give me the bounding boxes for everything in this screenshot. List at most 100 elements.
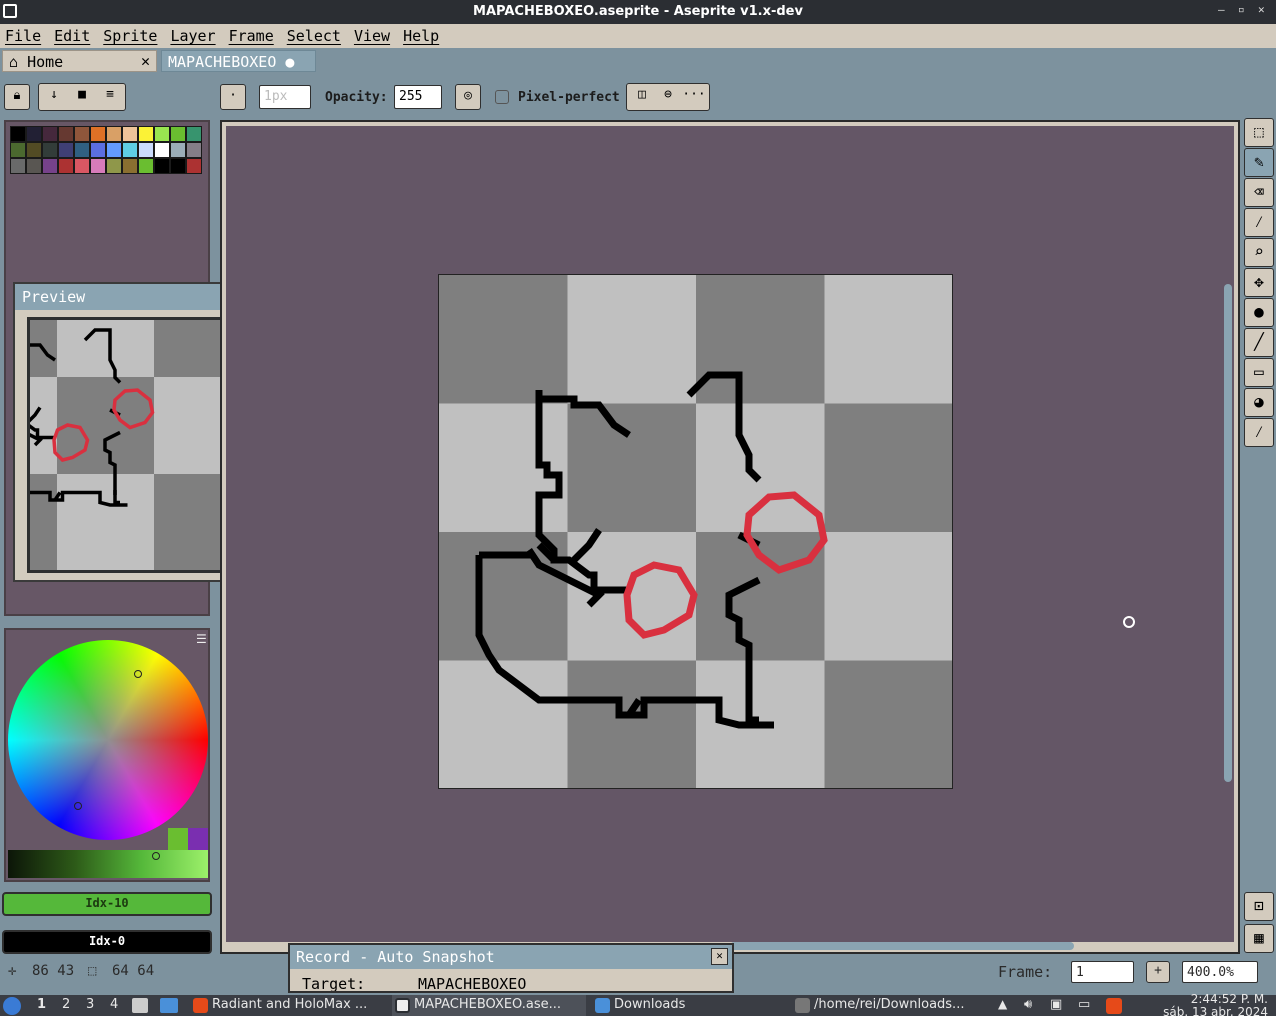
palette-swatch[interactable] xyxy=(90,142,106,158)
arrow-down-icon[interactable]: ↓ xyxy=(41,84,67,110)
zoom-icon[interactable]: ⌕ xyxy=(1244,238,1274,267)
display-icon[interactable]: ▭ xyxy=(1078,997,1090,1012)
palette-swatch[interactable] xyxy=(58,158,74,174)
record-close-button[interactable]: ✕ xyxy=(711,948,728,965)
brush-preview-button[interactable]: · xyxy=(220,84,246,110)
add-frame-button[interactable]: + xyxy=(1146,961,1170,983)
foreground-color-bar[interactable]: Idx-10 xyxy=(2,892,212,916)
shade-swatch[interactable] xyxy=(168,828,188,850)
menu-select[interactable]: Select xyxy=(282,24,349,48)
menu-frame[interactable]: Frame xyxy=(224,24,282,48)
network-icon[interactable]: ▲ xyxy=(998,997,1007,1011)
palette-swatch[interactable] xyxy=(170,126,186,142)
palette-swatch[interactable] xyxy=(90,126,106,142)
menu-edit[interactable]: Edit xyxy=(49,24,98,48)
menu-sprite[interactable]: Sprite xyxy=(98,24,165,48)
palette-swatch[interactable] xyxy=(122,126,138,142)
menu-view[interactable]: View xyxy=(349,24,398,48)
palette-swatch[interactable] xyxy=(186,158,202,174)
palette-swatch[interactable] xyxy=(26,142,42,158)
start-menu-icon[interactable] xyxy=(3,997,21,1015)
palette-swatch[interactable] xyxy=(10,142,26,158)
pixel-perfect-checkbox[interactable] xyxy=(495,90,509,104)
canvas-area[interactable] xyxy=(226,126,1234,942)
tab-home-close-button[interactable]: ✕ xyxy=(141,52,150,70)
dynamics-icon[interactable]: ⊜ xyxy=(655,84,681,110)
menu-lines-icon[interactable]: ≡ xyxy=(97,84,123,110)
pencil-icon[interactable]: ✎ xyxy=(1244,148,1274,177)
contour-icon[interactable]: ◕ xyxy=(1244,388,1274,417)
palette-swatch[interactable] xyxy=(170,142,186,158)
palette-swatch[interactable] xyxy=(42,142,58,158)
eraser-icon[interactable]: ⌫ xyxy=(1244,178,1274,207)
square-brush-icon[interactable]: ■ xyxy=(69,84,95,110)
lock-icon[interactable]: 🔒︎ xyxy=(4,84,30,110)
palette-swatch[interactable] xyxy=(138,158,154,174)
palette-swatch[interactable] xyxy=(42,158,58,174)
zoom-input[interactable]: 400.0% xyxy=(1182,961,1258,983)
ink-icon[interactable]: ◎ xyxy=(455,84,481,110)
menu-file[interactable]: File xyxy=(0,24,49,48)
shade-swatch[interactable] xyxy=(188,828,208,850)
more-options-button[interactable]: ··· xyxy=(681,84,707,110)
timeline-icon[interactable]: ▦ xyxy=(1244,924,1274,953)
palette-swatch[interactable] xyxy=(58,126,74,142)
palette-swatch[interactable] xyxy=(10,126,26,142)
workspace-1[interactable]: 1 xyxy=(37,997,46,1012)
taskbar-window-downloads[interactable]: Downloads xyxy=(592,995,784,1016)
palette-swatch[interactable] xyxy=(122,142,138,158)
line-icon[interactable]: ╱ xyxy=(1244,328,1274,357)
palette-swatch[interactable] xyxy=(138,142,154,158)
palette-swatch[interactable] xyxy=(26,158,42,174)
horizontal-scrollbar[interactable] xyxy=(730,942,1074,950)
palette-swatch[interactable] xyxy=(154,126,170,142)
clipboard-icon[interactable]: ▣ xyxy=(1050,997,1062,1012)
brave-tray-icon[interactable] xyxy=(1106,998,1122,1014)
palette-swatch[interactable] xyxy=(186,142,202,158)
taskbar-window-editor[interactable]: /home/rei/Downloads... xyxy=(792,995,988,1016)
vertical-scrollbar[interactable] xyxy=(1224,284,1232,782)
background-color-bar[interactable]: Idx-0 xyxy=(2,930,212,954)
workspace-3[interactable]: 3 xyxy=(86,997,94,1012)
palette-swatch[interactable] xyxy=(106,142,122,158)
taskbar-window-aseprite[interactable]: MAPACHEBOXEO.ase... xyxy=(392,995,586,1016)
tab-mapacheboxeo[interactable]: MAPACHEBOXEO ● xyxy=(161,50,316,72)
palette-swatch[interactable] xyxy=(74,158,90,174)
workspace-2[interactable]: 2 xyxy=(62,997,70,1012)
move-icon[interactable]: ✥ xyxy=(1244,268,1274,297)
restore-button[interactable]: ▫ xyxy=(1238,3,1245,16)
desktop-icon[interactable] xyxy=(160,998,178,1013)
palette-swatch[interactable] xyxy=(74,126,90,142)
eyedropper-icon[interactable]: ⁄ xyxy=(1244,208,1274,237)
selection-tool-icon[interactable]: ⬚ xyxy=(1244,118,1274,147)
palette-swatch[interactable] xyxy=(90,158,106,174)
shade-bar[interactable] xyxy=(8,850,208,878)
files-launcher-icon[interactable] xyxy=(132,998,148,1013)
opacity-input[interactable]: 255 xyxy=(394,85,442,109)
palette-swatch[interactable] xyxy=(42,126,58,142)
frame-input[interactable]: 1 xyxy=(1071,961,1134,983)
menu-layer[interactable]: Layer xyxy=(165,24,223,48)
palette-swatch[interactable] xyxy=(58,142,74,158)
color-wheel[interactable] xyxy=(8,640,208,840)
palette-swatch[interactable] xyxy=(138,126,154,142)
palette-swatch[interactable] xyxy=(170,158,186,174)
rectangle-icon[interactable]: ▭ xyxy=(1244,358,1274,387)
palette-swatch[interactable] xyxy=(74,142,90,158)
close-window-button[interactable]: ✕ xyxy=(1258,3,1265,16)
symmetry-icon[interactable]: ◫ xyxy=(629,84,655,110)
sprite-canvas[interactable] xyxy=(438,274,953,789)
panel-menu-icon[interactable]: ☰ xyxy=(196,632,207,646)
palette-swatch[interactable] xyxy=(10,158,26,174)
palette-swatch[interactable] xyxy=(122,158,138,174)
taskbar-window-browser[interactable]: Radiant and HoloMax ... xyxy=(190,995,386,1016)
volume-icon[interactable]: 🔊︎ xyxy=(1024,997,1032,1012)
palette-swatch[interactable] xyxy=(106,158,122,174)
tab-home[interactable]: ⌂ Home ✕ xyxy=(2,50,157,72)
palette-swatch[interactable] xyxy=(186,126,202,142)
paint-bucket-icon[interactable]: ● xyxy=(1244,298,1274,327)
menu-help[interactable]: Help xyxy=(398,24,447,48)
palette-swatch[interactable] xyxy=(154,158,170,174)
actual-size-icon[interactable]: ⊡ xyxy=(1244,892,1274,921)
blur-icon[interactable]: ⁄ xyxy=(1244,418,1274,447)
